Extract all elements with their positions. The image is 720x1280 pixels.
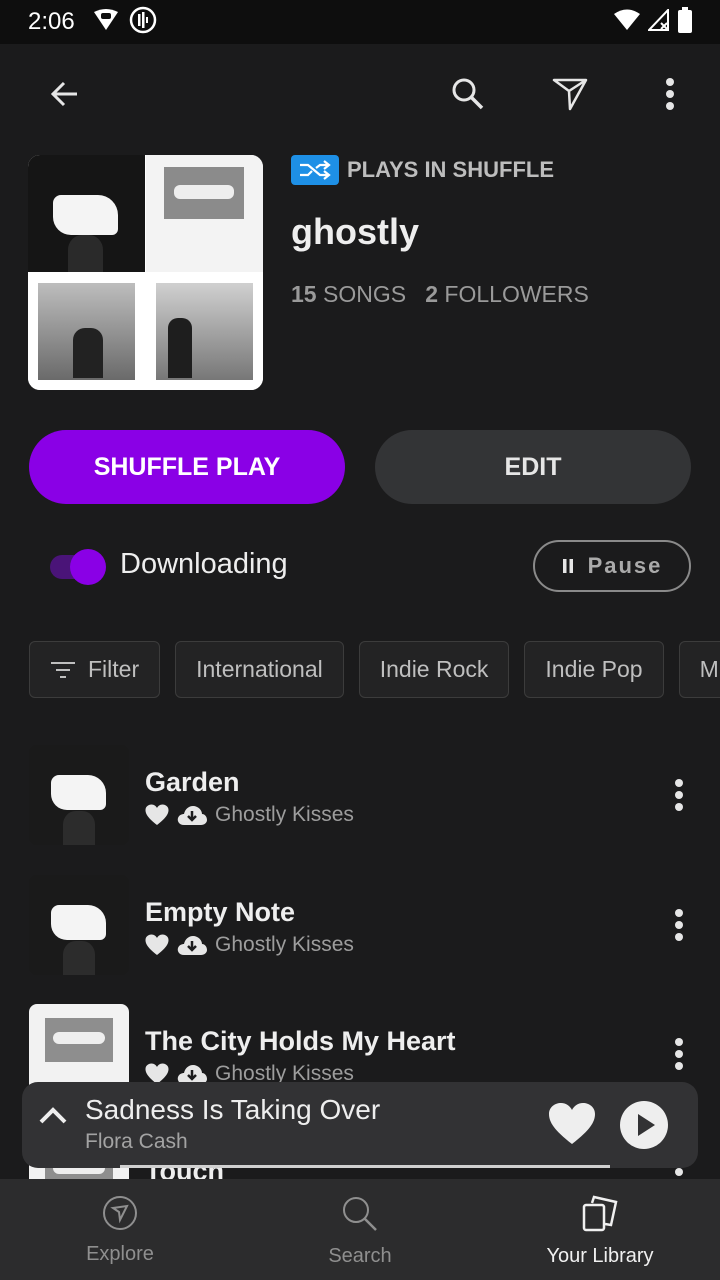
top-app-bar [0,44,720,144]
song-artwork [29,745,129,845]
shuffle-badge: PLAYS IN SHUFFLE [291,155,589,185]
pause-download-button[interactable]: Pause [533,540,691,592]
song-title: The City Holds My Heart [145,1026,456,1056]
followers-count: 2 [425,281,439,307]
download-label: Downloading [120,548,288,580]
search-icon [343,1197,377,1231]
search-button[interactable] [444,70,492,118]
cover-art-1 [28,155,145,272]
song-more-button[interactable] [667,1032,691,1076]
share-icon [552,78,588,111]
bottom-nav: Explore Search Your Library [0,1179,720,1280]
songs-label: SONGS [322,281,407,307]
arrow-left-icon [50,81,77,107]
shuffle-icon [291,155,339,185]
downloaded-icon [177,806,207,825]
nav-search[interactable]: Search [240,1179,480,1280]
playlist-header: PLAYS IN SHUFFLE ghostly 15 SONGS 2 FOLL… [28,155,692,391]
compass-icon [103,1196,137,1230]
more-options-button[interactable] [646,70,694,118]
now-playing-title: Sadness Is Taking Over [85,1094,381,1125]
song-more-button[interactable] [667,903,691,947]
share-button[interactable] [546,70,594,118]
song-title: Empty Note [145,897,296,927]
status-bar: 2:06 [0,0,720,44]
pause-icon [562,559,573,573]
play-icon [620,1101,668,1149]
wifi-icon [614,9,640,36]
song-row[interactable]: Empty Note Ghostly Kisses [29,875,691,975]
chip-indie-rock[interactable]: Indie Rock [358,641,510,698]
song-meta: Ghostly Kisses [145,803,354,827]
search-icon [452,78,484,110]
playback-progress[interactable] [120,1165,610,1168]
followers-label: FOLLOWERS [444,281,589,307]
chip-more[interactable]: M [678,641,720,698]
cover-art-3 [28,273,145,390]
back-button[interactable] [41,70,89,118]
song-row[interactable]: Garden Ghostly Kisses [29,745,691,845]
audio-app-icon [129,6,157,39]
song-artist: Ghostly Kisses [215,803,354,826]
shuffle-play-button[interactable]: SHUFFLE PLAY [29,430,345,504]
mini-player[interactable]: Sadness Is Taking Over Flora Cash [22,1082,698,1168]
battery-icon [678,6,692,38]
chip-filter[interactable]: Filter [29,641,161,698]
song-meta: Ghostly Kisses [145,933,354,957]
song-title: Garden [145,767,240,797]
edit-button[interactable]: EDIT [375,430,691,504]
chip-international[interactable]: International [175,641,344,698]
pause-label: Pause [587,553,663,578]
download-row: Downloading Pause [48,540,691,592]
play-button[interactable] [620,1101,668,1154]
cover-art-4 [146,273,263,390]
heart-icon [145,804,169,825]
status-time: 2:06 [28,8,75,35]
heart-icon [145,934,169,955]
filter-icon [51,661,75,678]
now-playing-artist: Flora Cash [85,1130,188,1153]
heart-icon [549,1103,595,1144]
nav-your-library[interactable]: Your Library [480,1179,720,1280]
song-artwork [29,875,129,975]
more-vertical-icon [666,78,674,110]
downloaded-icon [177,936,207,955]
chevron-up-icon [39,1107,67,1124]
playlist-stats: 15 SONGS 2 FOLLOWERS [291,281,589,308]
playlist-cover [28,155,263,390]
song-more-button[interactable] [667,773,691,817]
nav-explore[interactable]: Explore [0,1179,240,1280]
library-icon [582,1195,618,1232]
playlist-title: ghostly [291,211,420,252]
cover-art-2 [146,155,263,272]
expand-player-button[interactable] [38,1104,68,1131]
like-button[interactable] [548,1102,596,1151]
download-toggle[interactable] [48,549,106,585]
chip-indie-pop[interactable]: Indie Pop [524,641,664,698]
songs-count: 15 [291,281,317,307]
song-artist: Ghostly Kisses [215,933,354,956]
filter-chips: Filter International Indie Rock Indie Po… [29,641,720,698]
vpn-icon [93,8,119,37]
shuffle-badge-text: PLAYS IN SHUFFLE [347,157,554,182]
signal-icon [646,6,670,36]
